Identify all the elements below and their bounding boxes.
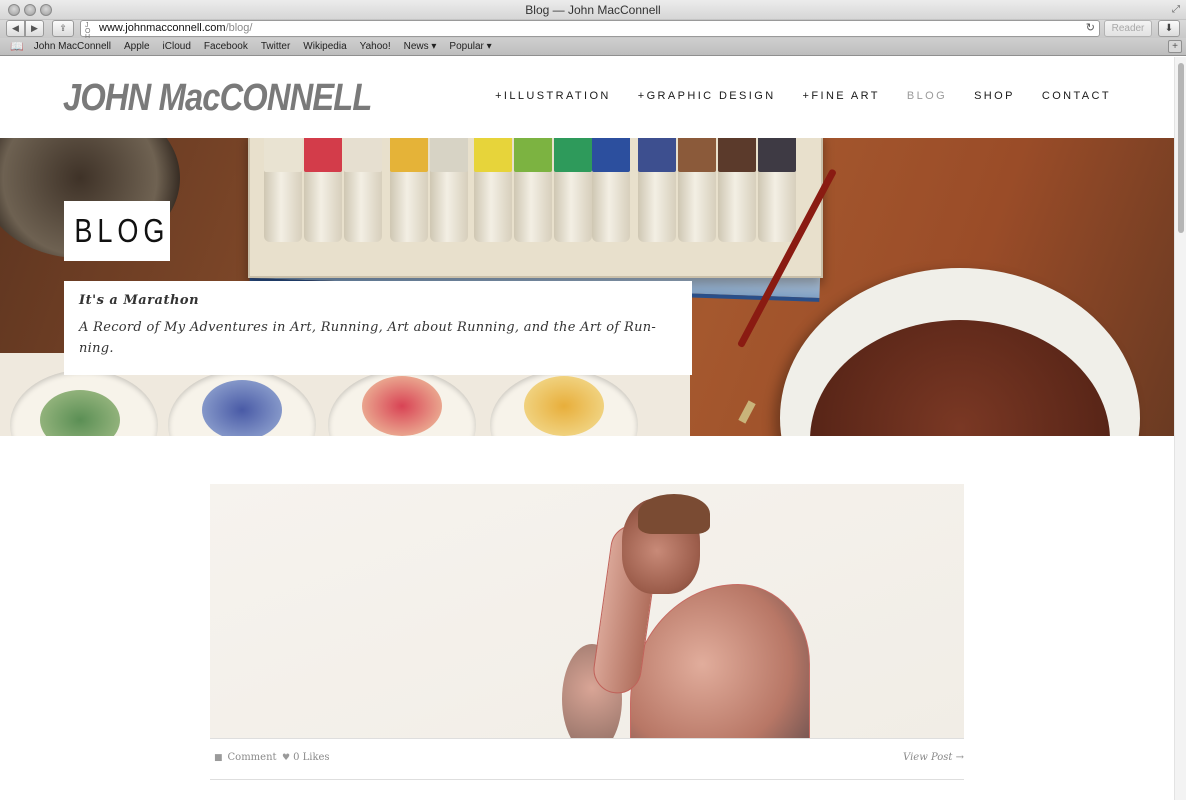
blog-heading-badge: BLOG [64,201,170,261]
scrollbar-thumb[interactable] [1178,63,1184,233]
share-icon: ⇪ [59,23,67,33]
share-button[interactable]: ⇪ [52,20,74,37]
back-arrow-icon: ◀ [12,23,19,33]
blog-tagline: A Record of My Adventures in Art, Runnin… [79,320,657,356]
post-meta-bar: ■ Comment ♥ 0 Likes View Post → [210,738,964,780]
heart-icon: ♥ [282,752,291,763]
nav-shop[interactable]: SHOP [974,90,1015,102]
downloads-button[interactable]: ⬇ [1158,20,1180,37]
new-tab-plus-icon[interactable]: + [1168,40,1182,53]
nav-contact[interactable]: CONTACT [1042,90,1111,102]
bookmark-apple[interactable]: Apple [124,41,150,52]
bookmark-facebook[interactable]: Facebook [204,41,248,52]
download-icon: ⬇ [1164,23,1174,34]
blog-title: It's a Marathon [79,293,200,308]
likes-link[interactable]: ♥ 0 Likes [282,752,330,763]
fullscreen-icon[interactable]: ⤢ [1172,4,1180,15]
bookmark-yahoo[interactable]: Yahoo! [360,41,391,52]
bookmark-icloud[interactable]: iCloud [163,41,191,52]
likes-label: 0 Likes [293,752,330,763]
nav-blog[interactable]: BLOG [907,90,947,102]
bookmark-folder-popular[interactable]: Popular ▾ [449,41,491,52]
address-bar[interactable]: J OH N www.johnmacconnell.com/blog/ ↻ [80,20,1100,47]
window-title: Blog — John MacConnell [525,3,661,17]
bookmark-wikipedia[interactable]: Wikipedia [303,41,346,52]
reading-list-book-icon[interactable]: 📖 [10,40,24,53]
forward-button[interactable]: ▶ [25,20,44,37]
paint-box [248,138,823,278]
blog-description-box: It's a Marathon A Record of My Adventure… [64,281,692,375]
back-button[interactable]: ◀ [6,20,25,37]
vertical-scrollbar[interactable] [1174,57,1186,800]
forward-arrow-icon: ▶ [31,23,38,33]
nav-illustration[interactable]: +ILLUSTRATION [495,90,611,102]
main-navigation: +ILLUSTRATION +GRAPHIC DESIGN +FINE ART … [495,90,1111,102]
web-page: JOHN MacCONNELL +ILLUSTRATION +GRAPHIC D… [0,57,1174,800]
window-titlebar: Blog — John MacConnell ⤢ [0,0,1186,20]
reload-icon[interactable]: ↻ [1086,21,1095,36]
bookmarks-bar: 📖 John MacConnell Apple iCloud Facebook … [0,38,1186,56]
nav-graphic-design[interactable]: +GRAPHIC DESIGN [638,90,776,102]
site-logo[interactable]: JOHN MacCONNELL [63,77,372,120]
bookmark-john-macconnell[interactable]: John MacConnell [34,41,111,52]
reader-button[interactable]: Reader [1104,20,1152,37]
comment-link[interactable]: ■ Comment [214,752,277,763]
url-host: www.johnmacconnell.com [99,22,226,34]
comment-label: Comment [227,752,277,763]
comment-icon: ■ [214,752,223,763]
browser-toolbar: ◀ ▶ ⇪ J OH N www.johnmacconnell.com/blog… [0,20,1186,47]
view-post-link[interactable]: View Post → [903,752,964,763]
bookmark-twitter[interactable]: Twitter [261,41,290,52]
hero-banner-image: BLOG It's a Marathon A Record of My Adve… [0,138,1174,436]
url-path: /blog/ [225,22,253,34]
nav-fine-art[interactable]: +FINE ART [803,90,880,102]
post-featured-image[interactable] [210,484,964,738]
bookmark-folder-news[interactable]: News ▾ [404,41,437,52]
